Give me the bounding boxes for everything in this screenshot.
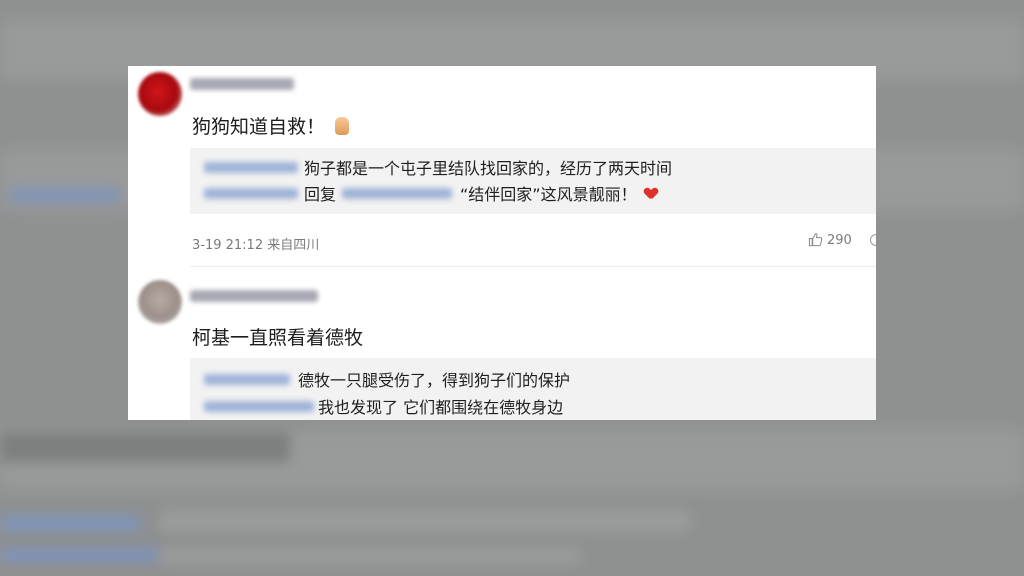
reply-username-blurred[interactable] bbox=[204, 374, 290, 385]
reply-username-blurred[interactable] bbox=[204, 188, 298, 199]
avatar[interactable] bbox=[138, 72, 182, 116]
reply-text-prefix: 回复 bbox=[304, 185, 337, 204]
comment-text: 狗狗知道自救！ bbox=[192, 112, 350, 139]
background-text-blur bbox=[160, 548, 580, 564]
thumbs-up-emoji bbox=[335, 117, 350, 135]
background-link-blur bbox=[0, 548, 160, 562]
reply-box: 德牧一只腿受伤了，得到狗子们的保护 我也发现了 它们都围绕在德牧身边 bbox=[190, 358, 876, 420]
like-button[interactable]: 290 bbox=[808, 232, 852, 248]
avatar[interactable] bbox=[138, 280, 182, 324]
background-link-blur bbox=[10, 188, 120, 202]
reply-box: 狗子都是一个屯子里结队找回家的，经历了两天时间 回复 “结伴回家”这风景靓丽！ bbox=[190, 148, 876, 214]
heart-emoji bbox=[645, 188, 657, 200]
comment-text: 柯基一直照看着德牧 bbox=[192, 327, 364, 349]
reply-text: 我也发现了 它们都围绕在德牧身边 bbox=[318, 398, 564, 417]
comment-icon[interactable] bbox=[870, 234, 876, 246]
reply-text: 狗子都是一个屯子里结队找回家的，经历了两天时间 bbox=[304, 159, 673, 178]
username-blurred[interactable] bbox=[190, 290, 318, 302]
background-text-blur bbox=[160, 510, 690, 532]
background-link-blur bbox=[0, 515, 140, 531]
reply-username-blurred[interactable] bbox=[204, 401, 314, 412]
divider bbox=[190, 266, 876, 267]
like-count: 290 bbox=[827, 233, 852, 248]
thumbs-up-icon bbox=[808, 233, 823, 247]
background-text-blur bbox=[0, 432, 290, 462]
username-blurred[interactable] bbox=[190, 78, 294, 90]
comment-card: 狗狗知道自救！ 狗子都是一个屯子里结队找回家的，经历了两天时间 回复 “结伴回家… bbox=[128, 66, 876, 420]
reply-username-blurred[interactable] bbox=[204, 162, 298, 173]
reply-text: 德牧一只腿受伤了，得到狗子们的保护 bbox=[298, 371, 571, 390]
mention-blurred[interactable] bbox=[342, 188, 452, 199]
reply-text: “结伴回家”这风景靓丽！ bbox=[460, 181, 657, 205]
comment-meta: 3-19 21:12 来自四川 bbox=[192, 238, 320, 253]
